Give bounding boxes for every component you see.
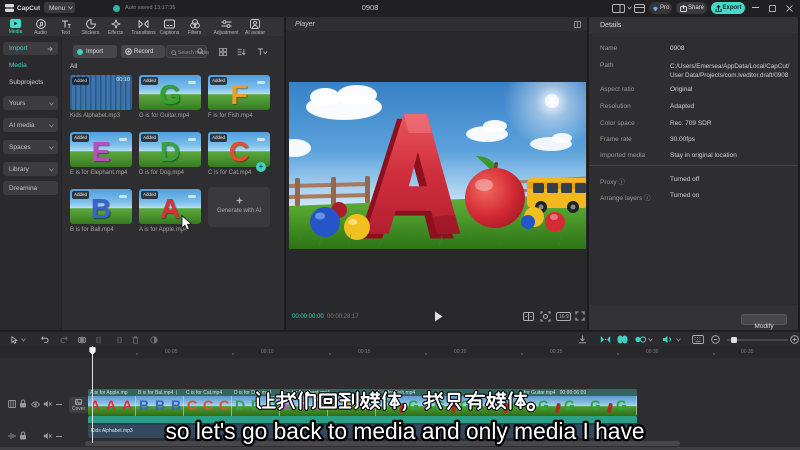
svg-text:so let's go back to media and: so let's go back to media and only media…	[166, 418, 645, 444]
